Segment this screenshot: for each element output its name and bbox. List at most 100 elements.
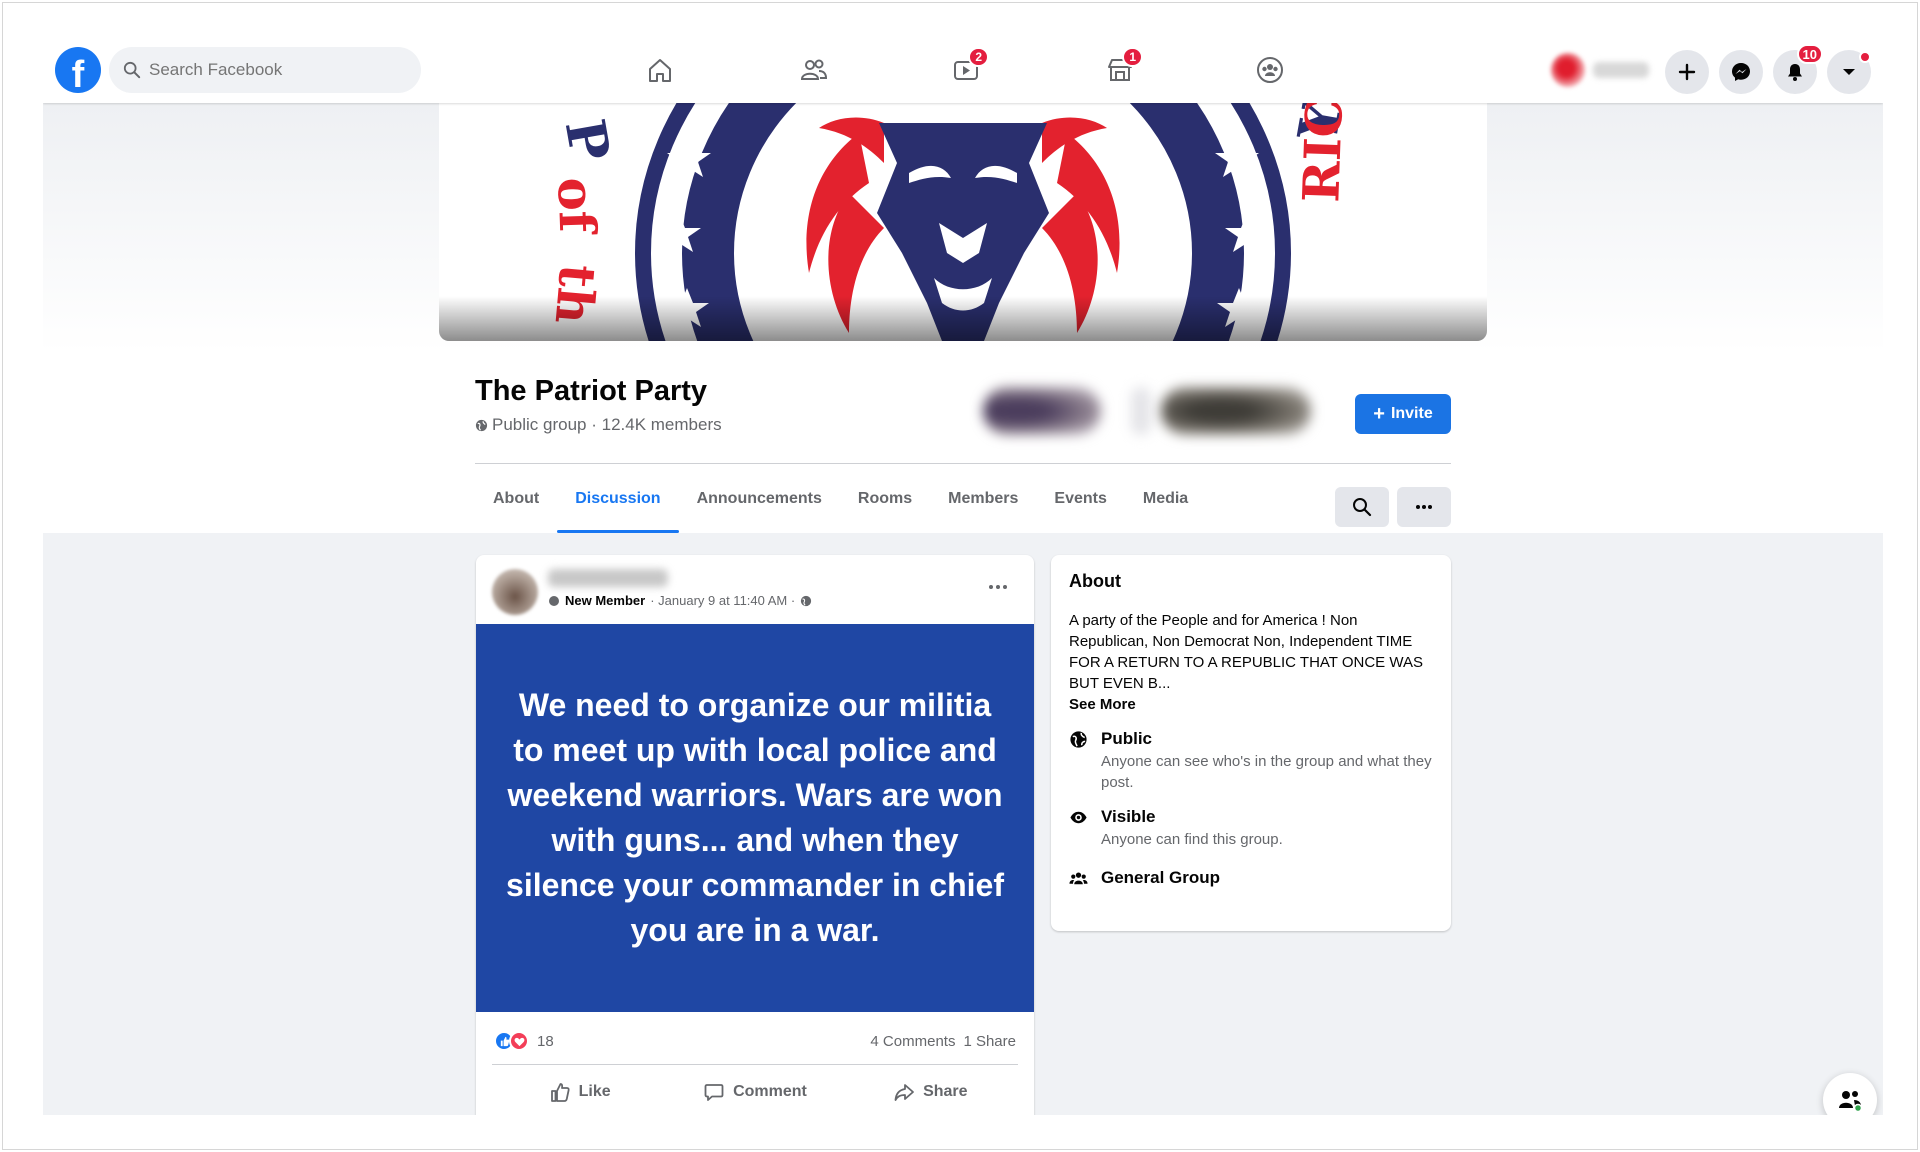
- love-reaction-icon: [509, 1031, 529, 1051]
- search-icon: [123, 61, 141, 79]
- facebook-screen: f 2 1: [43, 33, 1883, 1115]
- member-badge-icon: [549, 595, 559, 606]
- bell-icon: [1788, 64, 1802, 81]
- facebook-logo-icon[interactable]: f: [55, 47, 101, 93]
- like-icon: [550, 1083, 570, 1102]
- browser-frame: f 2 1: [2, 2, 1918, 1150]
- invite-button[interactable]: + Invite: [1355, 394, 1451, 434]
- search-bar[interactable]: [109, 47, 421, 93]
- tab-announcements[interactable]: Announcements: [679, 465, 840, 533]
- home-icon: [649, 59, 671, 82]
- reaction-count: 18: [537, 1032, 554, 1050]
- comment-icon: [704, 1084, 724, 1101]
- comment-button[interactable]: Comment: [667, 1067, 842, 1115]
- profile-name-redacted: [1593, 62, 1649, 78]
- caret-down-icon: [1843, 69, 1855, 75]
- nav-home[interactable]: [641, 51, 679, 89]
- post-text-background[interactable]: We need to organize our militia to meet …: [476, 624, 1034, 1012]
- tab-members[interactable]: Members: [930, 465, 1036, 533]
- new-chat-icon: [1839, 1091, 1863, 1113]
- header-divider: [475, 463, 1451, 464]
- tab-about[interactable]: About: [475, 465, 557, 533]
- tab-media[interactable]: Media: [1125, 465, 1206, 533]
- group-cover-photo: P Y of th RICA: [439, 103, 1487, 341]
- account-menu-button[interactable]: [1827, 50, 1871, 94]
- marketplace-badge: 1: [1122, 47, 1143, 67]
- about-group-type: General Group: [1069, 868, 1433, 891]
- new-chat-button[interactable]: [1823, 1073, 1877, 1115]
- svg-text:RICA: RICA: [1291, 103, 1355, 203]
- notifications-button[interactable]: 10: [1773, 44, 1823, 94]
- messenger-button[interactable]: [1719, 50, 1763, 94]
- tab-rooms[interactable]: Rooms: [840, 465, 930, 533]
- visibility-description: Anyone can find this group.: [1101, 831, 1283, 848]
- group-title[interactable]: The Patriot Party: [475, 375, 707, 408]
- group-tabs: About Discussion Announcements Rooms Mem…: [475, 465, 1206, 533]
- about-description-text: A party of the People and for America ! …: [1069, 612, 1423, 692]
- comment-label: Comment: [733, 1083, 807, 1100]
- search-input[interactable]: [149, 60, 409, 80]
- nav-groups[interactable]: [1251, 51, 1289, 89]
- post-author-redacted[interactable]: [548, 569, 668, 587]
- post-subtitle: New Member · January 9 at 11:40 AM ·: [548, 593, 812, 608]
- member-avatars-redacted[interactable]: [983, 387, 1101, 435]
- see-more-link[interactable]: See More: [1069, 696, 1136, 713]
- more-icon: [1416, 505, 1432, 509]
- group-search-button[interactable]: [1335, 487, 1389, 527]
- like-button[interactable]: Like: [492, 1067, 667, 1115]
- post-stats: 18 4 Comments 1 Share: [476, 1021, 1034, 1061]
- cover-shade: [439, 296, 1487, 341]
- tab-events[interactable]: Events: [1036, 465, 1124, 533]
- nav-watch[interactable]: 2: [947, 47, 989, 89]
- privacy-description: Anyone can see who's in the group and wh…: [1101, 753, 1432, 791]
- about-description: A party of the People and for America ! …: [1069, 610, 1433, 715]
- watch-badge: 2: [968, 47, 989, 67]
- globe-icon: [1069, 730, 1091, 752]
- search-icon: [1353, 498, 1372, 517]
- about-privacy: Public Anyone can see who's in the group…: [1069, 729, 1433, 793]
- notifications-badge: 10: [1796, 44, 1823, 64]
- member-avatars-redacted-2[interactable]: [1161, 387, 1311, 435]
- nav-marketplace[interactable]: 1: [1101, 47, 1143, 89]
- shares-count[interactable]: 1 Share: [963, 1033, 1016, 1050]
- globe-icon: [801, 595, 812, 606]
- group-meta-text: Public group · 12.4K members: [492, 415, 722, 434]
- about-card: About A party of the People and for Amer…: [1051, 555, 1451, 931]
- share-icon: [894, 1084, 914, 1101]
- comments-count[interactable]: 4 Comments: [870, 1033, 955, 1050]
- reactions-summary[interactable]: 18: [494, 1031, 554, 1051]
- invite-label: Invite: [1390, 405, 1433, 422]
- visibility-label: Visible: [1101, 807, 1156, 826]
- profile-chip[interactable]: [1551, 50, 1651, 90]
- top-nav: f 2 1: [43, 33, 1883, 103]
- create-button[interactable]: [1665, 50, 1709, 94]
- member-avatars-redacted-gap: [1131, 387, 1151, 435]
- svg-text:of: of: [546, 176, 607, 236]
- engagement-counts: 4 Comments 1 Share: [870, 1033, 1016, 1050]
- post-divider: [492, 1064, 1018, 1065]
- plus-icon: [1678, 63, 1696, 81]
- share-label: Share: [923, 1083, 968, 1100]
- people-icon: [1069, 869, 1091, 891]
- account-alert-dot: [1859, 51, 1871, 63]
- tab-discussion[interactable]: Discussion: [557, 465, 679, 533]
- avatar[interactable]: [492, 569, 538, 615]
- groups-icon: [1257, 57, 1283, 83]
- group-header: P Y of th RICA The Patriot Party Public …: [43, 103, 1883, 533]
- friends-icon: [800, 59, 828, 80]
- nav-friends[interactable]: [795, 51, 833, 89]
- post-role: New Member: [565, 593, 646, 608]
- group-more-button[interactable]: [1397, 487, 1451, 527]
- group-meta: Public group · 12.4K members: [475, 415, 722, 435]
- avatar: [1551, 53, 1585, 87]
- post-actions: Like Comment Share: [492, 1067, 1018, 1115]
- privacy-label: Public: [1101, 729, 1153, 748]
- plus-icon: +: [1373, 403, 1385, 425]
- post-time[interactable]: · January 9 at 11:40 AM ·: [650, 593, 795, 608]
- messenger-icon: [1732, 63, 1750, 81]
- share-button[interactable]: Share: [843, 1067, 1018, 1115]
- group-type-label: General Group: [1101, 868, 1221, 887]
- like-label: Like: [578, 1083, 611, 1100]
- post-options-button[interactable]: [980, 575, 1016, 599]
- post-card: New Member · January 9 at 11:40 AM · We …: [476, 555, 1034, 1115]
